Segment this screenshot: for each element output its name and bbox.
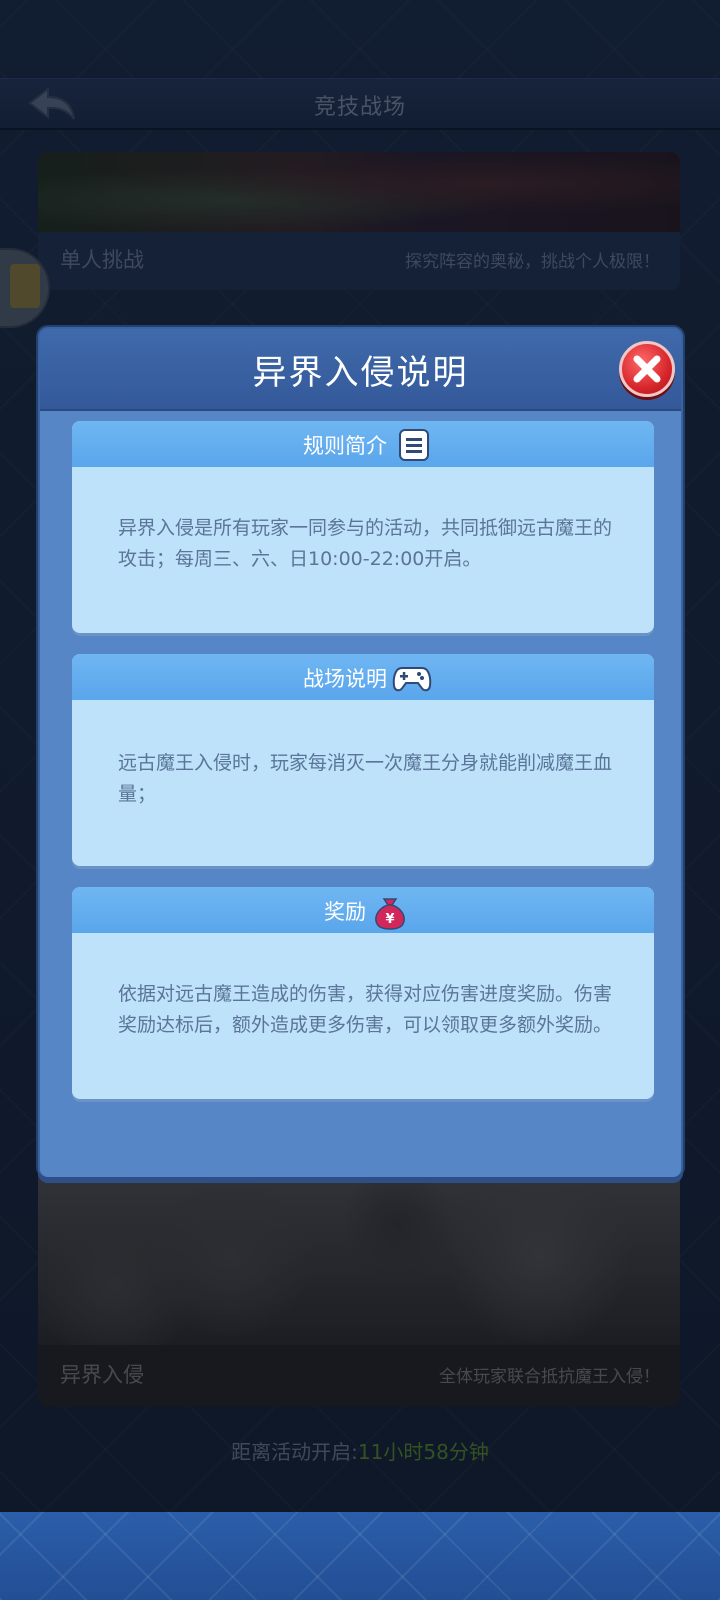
document-icon [396,429,432,461]
bottom-bar [0,1512,720,1600]
reward-section: 奖励 ¥ 依据对远古魔王造成的伤害，获得对应伤害进度奖励。伤害奖励达标后，额外造… [72,887,654,1099]
dialog-body: 规则简介 异界入侵是所有玩家一同参与的活动，共同抵御远古魔王的攻击；每周三、六、… [40,411,681,1177]
money-bag-icon: ¥ [372,895,408,930]
close-button[interactable] [619,341,675,397]
battlefield-section: 战场说明 远古魔王入侵时，玩家每消灭一次魔王分身就能削减魔王血量； [72,654,654,866]
svg-text:¥: ¥ [385,912,394,927]
section-header: 战场说明 [72,654,654,700]
gamepad-icon [392,662,432,694]
dialog-header: 异界入侵说明 [40,329,681,411]
section-header: 规则简介 [72,421,654,467]
section-text: 远古魔王入侵时，玩家每消灭一次魔王分身就能削减魔王血量； [118,752,613,805]
section-text: 异界入侵是所有玩家一同参与的活动，共同抵御远古魔王的攻击；每周三、六、日10:0… [118,517,613,570]
dialog-title: 异界入侵说明 [252,353,469,393]
section-title: 战场说明 [303,667,387,691]
section-title: 奖励 [324,900,366,924]
section-header: 奖励 ¥ [72,887,654,933]
section-title: 规则简介 [303,434,387,458]
rules-section: 规则简介 异界入侵是所有玩家一同参与的活动，共同抵御远古魔王的攻击；每周三、六、… [72,421,654,633]
invasion-info-dialog: 异界入侵说明 规则简介 异界入侵是所有玩家一同参与的活动，共同抵御远古魔王的攻击… [38,327,683,1177]
section-text: 依据对远古魔王造成的伤害，获得对应伤害进度奖励。伤害奖励达标后，额外造成更多伤害… [118,983,613,1036]
close-icon [633,355,661,383]
